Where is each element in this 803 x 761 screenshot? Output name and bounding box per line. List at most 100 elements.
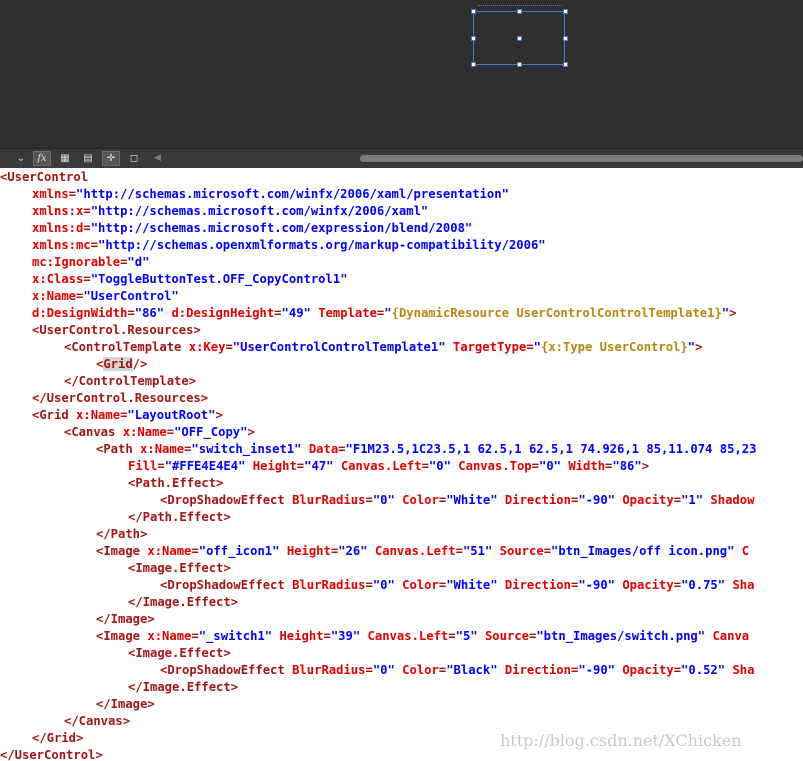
code-line[interactable]: mc:Ignorable="d" bbox=[0, 254, 149, 271]
code-token: "http://schemas.microsoft.com/expression… bbox=[90, 221, 473, 235]
code-line[interactable]: <UserControl bbox=[0, 169, 88, 186]
code-line[interactable]: <DropShadowEffect BlurRadius="0" Color="… bbox=[0, 577, 754, 594]
code-line[interactable]: xmlns="http://schemas.microsoft.com/winf… bbox=[0, 186, 509, 203]
annotation-icon[interactable]: ◻ bbox=[125, 151, 143, 166]
code-line[interactable]: <Path.Effect> bbox=[0, 475, 223, 492]
code-token: "Black" bbox=[446, 663, 498, 677]
code-line[interactable]: <DropShadowEffect BlurRadius="0" Color="… bbox=[0, 492, 754, 509]
code-line[interactable]: </Image.Effect> bbox=[0, 679, 238, 696]
code-token: <DropShadowEffect bbox=[160, 578, 285, 592]
code-token: Canvas.Left bbox=[340, 459, 422, 473]
code-line[interactable]: <Image.Effect> bbox=[0, 645, 231, 662]
resize-handle-t[interactable] bbox=[517, 9, 522, 14]
code-line[interactable]: xmlns:d="http://schemas.microsoft.com/ex… bbox=[0, 220, 472, 237]
resize-handle-r[interactable] bbox=[563, 36, 568, 41]
code-line[interactable]: <DropShadowEffect BlurRadius="0" Color="… bbox=[0, 662, 754, 679]
code-line[interactable]: <Grid x:Name="LayoutRoot"> bbox=[0, 407, 223, 424]
code-line[interactable]: </Path> bbox=[0, 526, 147, 543]
code-token: "switch_inset1" bbox=[191, 442, 302, 456]
code-line[interactable]: <Canvas x:Name="OFF_Copy"> bbox=[0, 424, 255, 441]
code-line[interactable]: </ControlTemplate> bbox=[0, 373, 196, 390]
code-line[interactable]: </Grid> bbox=[0, 730, 83, 747]
center-point-handle[interactable] bbox=[517, 36, 522, 41]
grid-icon[interactable]: ▦ bbox=[56, 151, 74, 166]
code-line[interactable]: <Grid/> bbox=[0, 356, 147, 373]
code-token: <Canvas bbox=[64, 425, 116, 439]
resize-handle-br[interactable] bbox=[563, 62, 568, 67]
scrollbar-thumb[interactable] bbox=[360, 155, 803, 162]
code-line[interactable]: <Image.Effect> bbox=[0, 560, 231, 577]
code-token: "0" bbox=[372, 663, 395, 677]
code-line[interactable]: </Image> bbox=[0, 611, 155, 628]
snap-icon[interactable]: ✛ bbox=[102, 151, 120, 166]
design-artboard[interactable] bbox=[0, 0, 803, 148]
scroll-left-arrow-icon[interactable]: ◀ bbox=[154, 153, 161, 163]
resize-handle-tr[interactable] bbox=[563, 9, 568, 14]
xaml-code-editor[interactable]: <UserControl xmlns="http://schemas.micros… bbox=[0, 169, 803, 761]
code-token: "-90" bbox=[578, 663, 615, 677]
code-token: "0" bbox=[428, 459, 451, 473]
resize-handle-l[interactable] bbox=[471, 36, 476, 41]
code-token: = bbox=[83, 204, 91, 218]
code-token: Height bbox=[252, 459, 297, 473]
code-line[interactable]: xmlns:x="http://schemas.microsoft.com/wi… bbox=[0, 203, 428, 220]
code-token: > bbox=[729, 306, 737, 320]
code-line[interactable]: </Image> bbox=[0, 696, 155, 713]
code-line[interactable]: </Path.Effect> bbox=[0, 509, 231, 526]
code-token: = bbox=[365, 663, 373, 677]
code-token: Width bbox=[568, 459, 606, 473]
code-line[interactable]: </Image.Effect> bbox=[0, 594, 238, 611]
code-line[interactable]: Fill="#FFE4E4E4" Height="47" Canvas.Left… bbox=[0, 458, 649, 475]
fx-icon[interactable]: fx bbox=[33, 151, 51, 166]
code-token: </Image.Effect> bbox=[128, 680, 239, 694]
code-line[interactable]: <Path x:Name="switch_inset1" Data="F1M23… bbox=[0, 441, 756, 458]
code-token: </Path.Effect> bbox=[128, 510, 231, 524]
code-token: = bbox=[673, 578, 682, 592]
code-token: "5" bbox=[455, 629, 478, 643]
code-token: = bbox=[191, 544, 199, 558]
code-token: Opacity bbox=[622, 663, 674, 677]
code-line[interactable]: </UserControl> bbox=[0, 747, 103, 761]
code-token: "btn_Images/off icon.png" bbox=[551, 544, 735, 558]
code-token: = bbox=[323, 629, 331, 643]
resize-handle-bl[interactable] bbox=[471, 62, 476, 67]
code-token: = bbox=[543, 544, 552, 558]
resize-handle-b[interactable] bbox=[517, 62, 522, 67]
resize-handle-tl[interactable] bbox=[471, 9, 476, 14]
code-line[interactable]: <UserControl.Resources> bbox=[0, 322, 201, 339]
code-line[interactable]: x:Class="ToggleButtonTest.OFF_CopyContro… bbox=[0, 271, 348, 288]
code-token: Direction bbox=[504, 493, 571, 507]
code-token: "_switch1" bbox=[198, 629, 273, 643]
code-line[interactable]: d:DesignWidth="86" d:DesignHeight="49" T… bbox=[0, 305, 736, 322]
annotation-glyph: ◻ bbox=[129, 152, 139, 164]
code-line[interactable]: <ControlTemplate x:Key="UserControlContr… bbox=[0, 339, 702, 356]
code-token: "OFF_Copy" bbox=[174, 425, 248, 439]
code-line[interactable]: <Image x:Name="_switch1" Height="39" Can… bbox=[0, 628, 749, 645]
code-token: x:Name bbox=[147, 544, 192, 558]
code-line[interactable]: <Image x:Name="off_icon1" Height="26" Ca… bbox=[0, 543, 749, 560]
code-token: Opacity bbox=[622, 578, 674, 592]
code-line[interactable]: x:Name="UserControl" bbox=[0, 288, 179, 305]
table-icon[interactable]: ▤ bbox=[79, 151, 97, 166]
code-token: "0" bbox=[372, 493, 395, 507]
code-token: <ControlTemplate bbox=[64, 340, 182, 354]
collapse-icon[interactable]: ⌄ bbox=[12, 151, 30, 166]
snap-glyph: ✛ bbox=[106, 152, 116, 164]
code-token: {DynamicResource UserControlControlTempl… bbox=[391, 306, 722, 320]
code-token: "off_icon1" bbox=[198, 544, 280, 558]
code-line[interactable]: </Canvas> bbox=[0, 713, 130, 730]
code-line[interactable]: xmlns:mc="http://schemas.openxmlformats.… bbox=[0, 237, 546, 254]
code-token: "LayoutRoot" bbox=[127, 408, 216, 422]
code-token: "-90" bbox=[578, 493, 615, 507]
code-line[interactable]: </UserControl.Resources> bbox=[0, 390, 208, 407]
code-token: = bbox=[166, 425, 175, 439]
code-token: mc:Ignorable bbox=[32, 255, 121, 269]
code-token: </Image> bbox=[96, 612, 155, 626]
